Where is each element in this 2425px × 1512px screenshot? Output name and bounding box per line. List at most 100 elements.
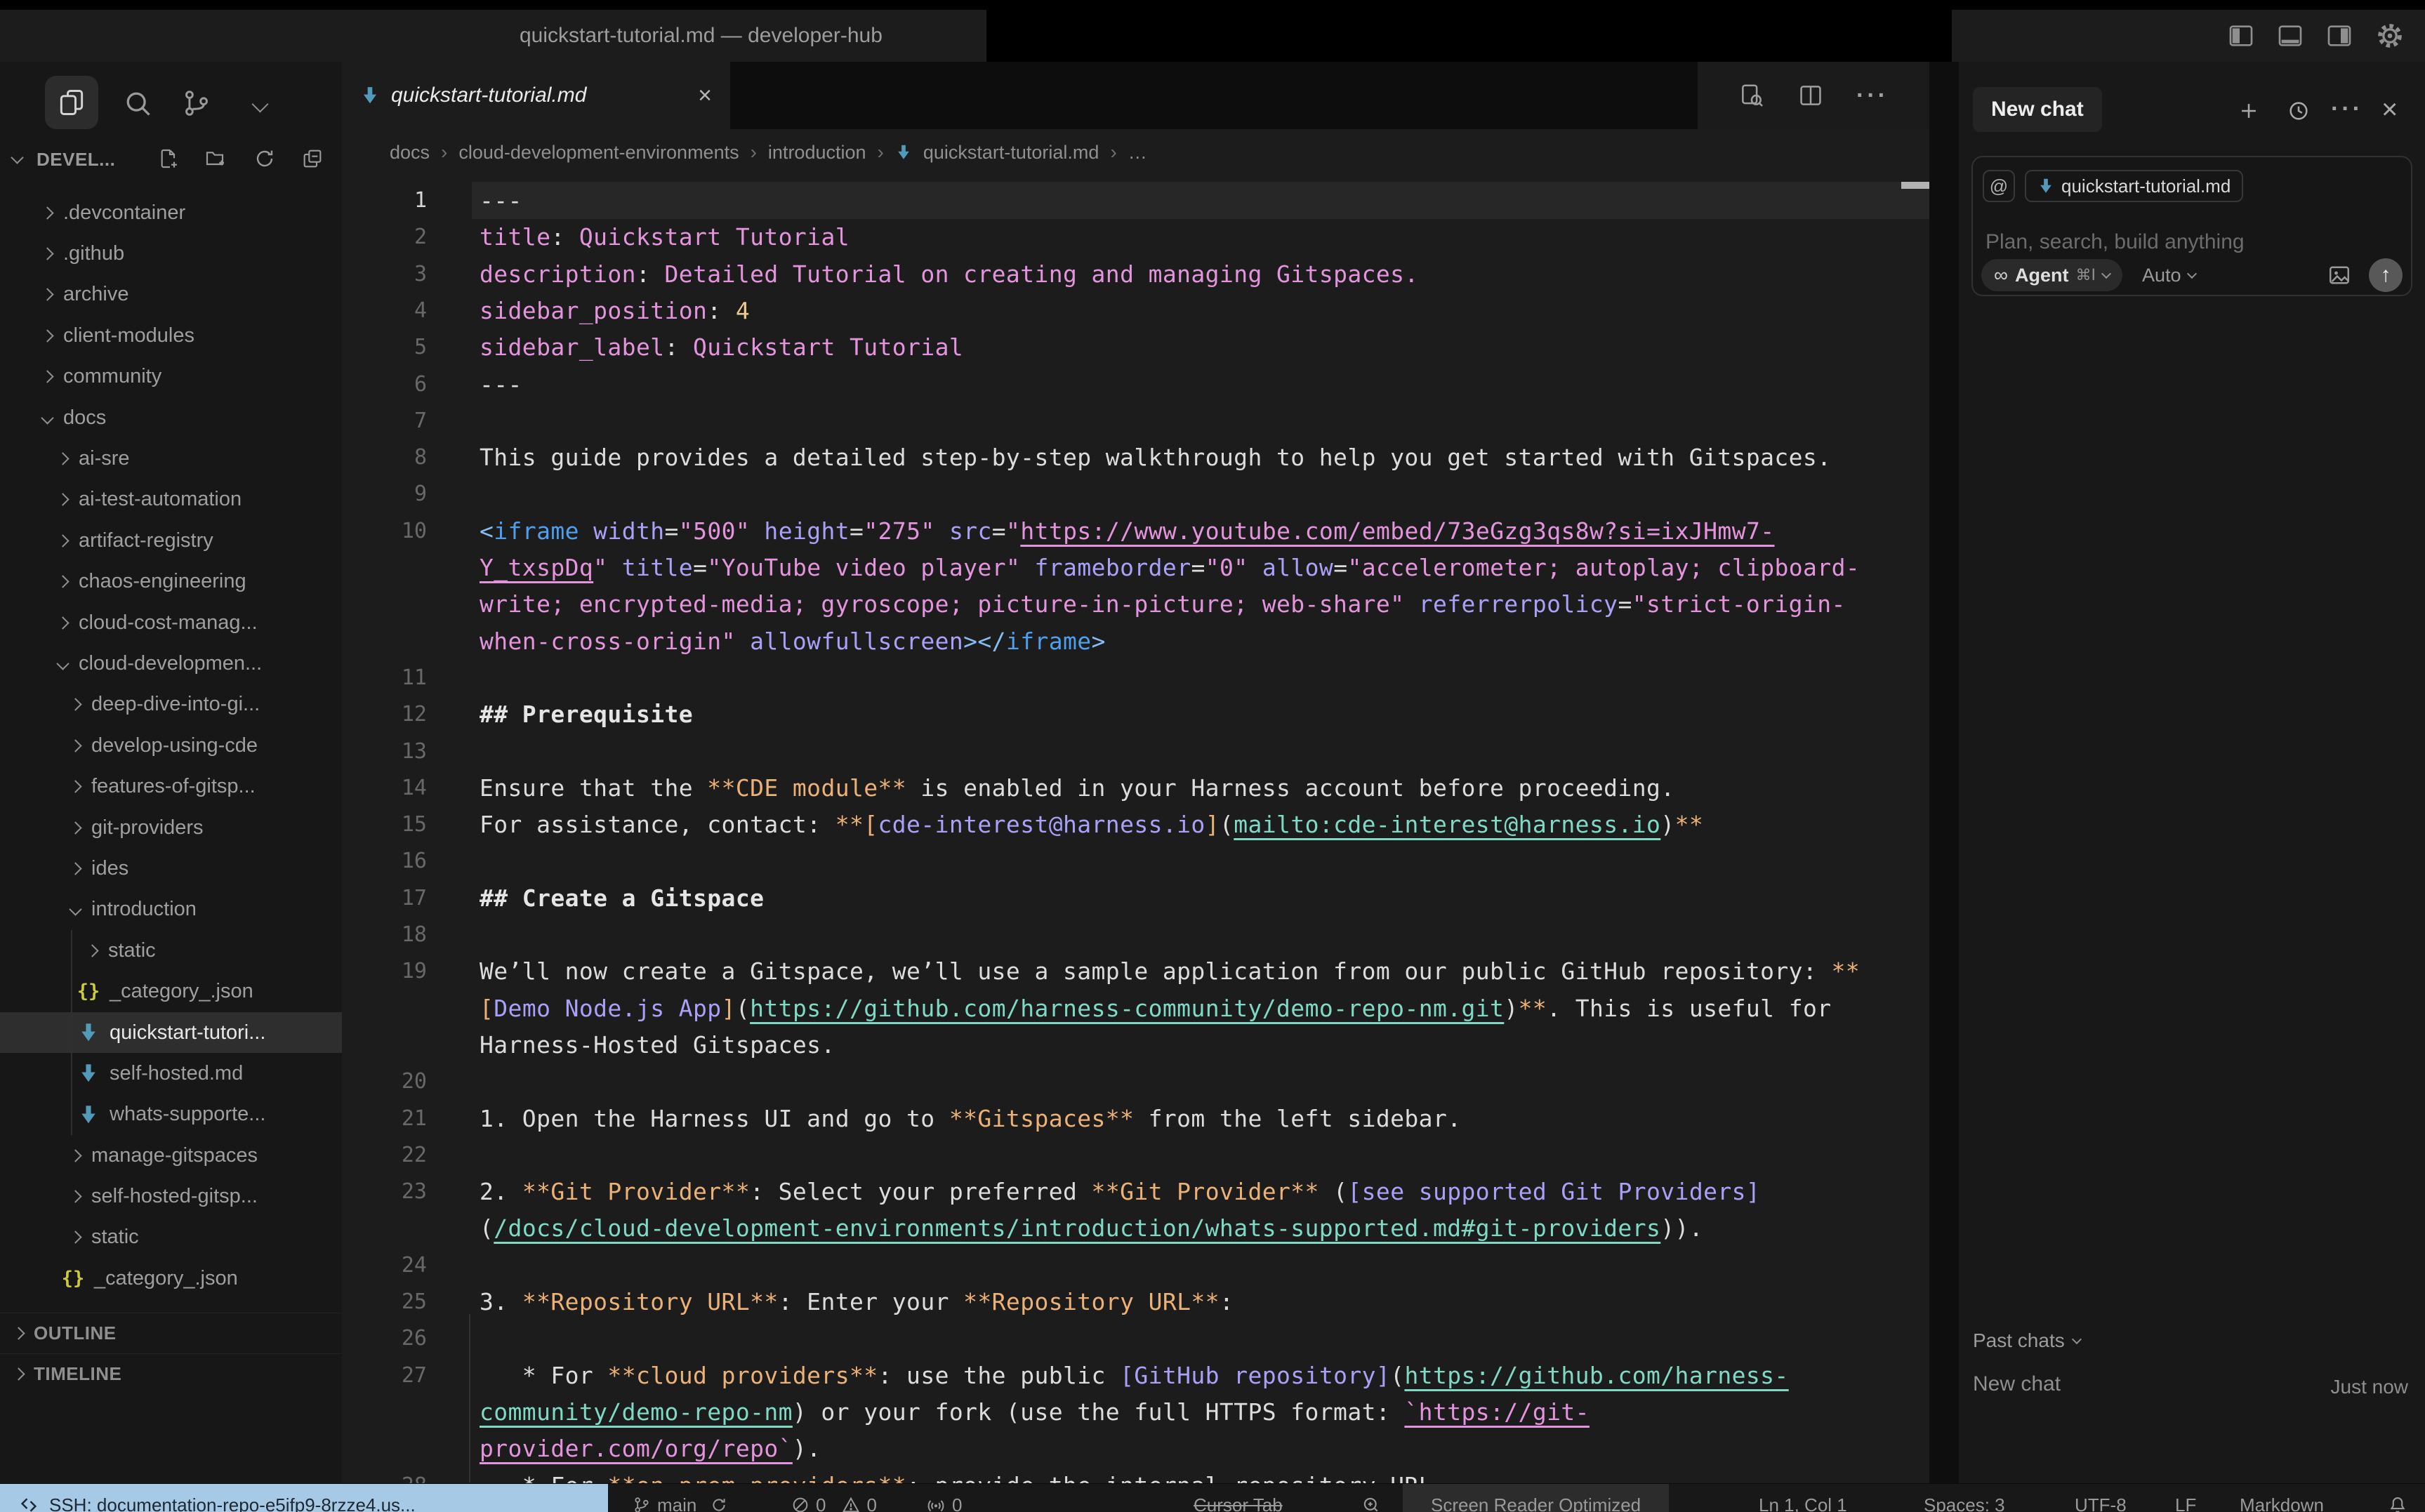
tree-item[interactable]: .devcontainer	[0, 192, 342, 233]
eol-indicator[interactable]: LF	[2175, 1484, 2196, 1512]
outline-section[interactable]: OUTLINE	[0, 1313, 342, 1353]
problems-indicator[interactable]: 0 0	[791, 1484, 877, 1512]
cursor-tab-indicator[interactable]: Cursor Tab	[1194, 1484, 1283, 1512]
past-chat-item[interactable]: New chat	[1973, 1372, 2061, 1396]
code-line[interactable]: <iframe width="500" height="275" src="ht…	[480, 512, 1775, 550]
code-line[interactable]: This guide provides a detailed step-by-s…	[480, 439, 1831, 476]
code-line[interactable]: For assistance, contact: **[cde-interest…	[480, 806, 1703, 843]
cursor-position-indicator[interactable]: Ln 1, Col 1	[1759, 1484, 1847, 1512]
tree-item[interactable]: static	[0, 1217, 342, 1258]
breadcrumb-item[interactable]: docs	[390, 142, 430, 164]
tree-item[interactable]: deep-dive-into-gi...	[0, 684, 342, 725]
tree-item[interactable]: whats-supporte...	[0, 1094, 342, 1135]
code-line[interactable]: ---	[480, 182, 522, 219]
breadcrumb-item[interactable]: introduction	[768, 142, 866, 164]
agent-mode-selector[interactable]: ∞ Agent ⌘I	[1981, 259, 2122, 291]
tree-item[interactable]: chaos-engineering	[0, 562, 342, 602]
screen-reader-indicator[interactable]: Screen Reader Optimized	[1403, 1484, 1669, 1512]
context-chip[interactable]: quickstart-tutorial.md	[2025, 170, 2243, 202]
explorer-section-header[interactable]: DEVEL...	[0, 140, 342, 180]
code-line[interactable]: ## Prerequisite	[480, 696, 693, 733]
tree-item[interactable]: quickstart-tutori...	[0, 1012, 342, 1053]
send-button[interactable]: ↑	[2369, 258, 2403, 292]
tab-close-icon[interactable]: ×	[698, 82, 712, 110]
chat-history-icon[interactable]	[2287, 99, 2311, 123]
tree-item[interactable]: artifact-registry	[0, 520, 342, 561]
breadcrumb-file[interactable]: quickstart-tutorial.md	[923, 142, 1099, 164]
toggle-panel-icon[interactable]	[2276, 22, 2304, 50]
code-line[interactable]: write; encrypted-media; gyroscope; pictu…	[480, 585, 1846, 623]
activity-explorer-active[interactable]	[45, 76, 98, 129]
tree-item[interactable]: .github	[0, 233, 342, 274]
branch-indicator[interactable]: main	[632, 1484, 729, 1512]
toggle-secondary-sidebar-icon[interactable]	[2325, 22, 2353, 50]
tree-item[interactable]: client-modules	[0, 315, 342, 356]
tree-item[interactable]: ai-sre	[0, 438, 342, 479]
tree-item[interactable]: manage-gitspaces	[0, 1135, 342, 1176]
activity-more-chevron-icon[interactable]	[254, 98, 266, 114]
new-chat-plus-icon[interactable]	[2237, 99, 2261, 123]
tree-item[interactable]: git-providers	[0, 807, 342, 848]
refresh-icon[interactable]	[253, 147, 276, 170]
past-chats-toggle[interactable]: Past chats	[1973, 1329, 2080, 1352]
tree-item[interactable]: ai-test-automation	[0, 479, 342, 520]
chat-input-placeholder[interactable]: Plan, search, build anything	[1985, 230, 2245, 254]
new-file-icon[interactable]	[157, 147, 180, 170]
code-line[interactable]: 1. Open the Harness UI and go to **Gitsp…	[480, 1100, 1462, 1137]
source-control-icon[interactable]	[181, 88, 212, 119]
code-line[interactable]: when-cross-origin" allowfullscreen></ifr…	[480, 623, 1106, 660]
tree-item[interactable]: community	[0, 357, 342, 397]
open-preview-icon[interactable]	[1738, 82, 1765, 109]
tree-item[interactable]: cloud-developmen...	[0, 643, 342, 684]
settings-gear-icon[interactable]	[2374, 20, 2405, 51]
notifications-bell-icon[interactable]	[2387, 1484, 2408, 1512]
zoom-indicator[interactable]	[1361, 1484, 1382, 1512]
tree-item[interactable]: self-hosted.md	[0, 1053, 342, 1094]
code-line[interactable]: Ensure that the **CDE module** is enable…	[480, 769, 1675, 807]
code-line[interactable]: sidebar_label: Quickstart Tutorial	[480, 329, 963, 366]
chat-input-box[interactable]: @ quickstart-tutorial.md Plan, search, b…	[1971, 156, 2412, 296]
toggle-primary-sidebar-icon[interactable]	[2227, 22, 2255, 50]
code-editor[interactable]: 1234567891011121314151617181920212223242…	[342, 177, 1929, 1483]
code-line[interactable]: title: Quickstart Tutorial	[480, 218, 850, 256]
code-line[interactable]: * For **cloud providers**: use the publi…	[480, 1357, 1789, 1394]
remote-indicator[interactable]: SSH: documentation-repo-e5ifp9-8rzze4.us…	[0, 1484, 608, 1512]
tree-item[interactable]: ides	[0, 848, 342, 889]
code-line[interactable]: We’ll now create a Gitspace, we’ll use a…	[480, 953, 1860, 990]
tree-item[interactable]: docs	[0, 397, 342, 438]
scrollbar-handle[interactable]	[1901, 182, 1929, 189]
encoding-indicator[interactable]: UTF-8	[2075, 1484, 2127, 1512]
code-line[interactable]: (/docs/cloud-development-environments/in…	[480, 1209, 1703, 1247]
tab-quickstart-tutorial[interactable]: quickstart-tutorial.md ×	[342, 62, 730, 129]
tree-item[interactable]: introduction	[0, 889, 342, 930]
split-editor-icon[interactable]	[1797, 82, 1824, 109]
code-line[interactable]: description: Detailed Tutorial on creati…	[480, 256, 1419, 293]
search-icon[interactable]	[122, 88, 153, 119]
code-line[interactable]: 2. **Git Provider**: Select your preferr…	[480, 1173, 1760, 1210]
tree-item[interactable]: develop-using-cde	[0, 725, 342, 766]
editor-more-actions-icon[interactable]: ···	[1856, 82, 1889, 110]
chat-more-icon[interactable]: ···	[2331, 95, 2363, 123]
tree-item[interactable]: {}_category_.json	[0, 1258, 342, 1299]
timeline-section[interactable]: TIMELINE	[0, 1353, 342, 1393]
tree-item[interactable]: self-hosted-gitsp...	[0, 1176, 342, 1216]
code-line[interactable]: * For **on-prem providers**: provide the…	[480, 1467, 1447, 1484]
code-line[interactable]: Harness-Hosted Gitspaces.	[480, 1026, 835, 1063]
new-folder-icon[interactable]	[204, 147, 227, 170]
chat-tab-new-chat[interactable]: New chat	[1973, 87, 2102, 132]
code-line[interactable]: sidebar_position: 4	[480, 292, 750, 329]
tree-item[interactable]: static	[0, 930, 342, 971]
code-line[interactable]: provider.com/org/repo`).	[480, 1430, 821, 1467]
code-line[interactable]: ---	[480, 366, 522, 403]
tree-item[interactable]: features-of-gitsp...	[0, 766, 342, 807]
chat-close-icon[interactable]: ×	[2381, 94, 2398, 126]
panel-divider[interactable]	[1929, 62, 1959, 1483]
breadcrumb-more[interactable]: …	[1128, 142, 1147, 164]
indentation-indicator[interactable]: Spaces: 3	[1924, 1484, 2005, 1512]
add-context-button[interactable]: @	[1983, 170, 2015, 202]
language-indicator[interactable]: Markdown	[2240, 1484, 2324, 1512]
tree-item[interactable]: cloud-cost-manag...	[0, 602, 342, 643]
breadcrumb-item[interactable]: cloud-development-environments	[458, 142, 739, 164]
tree-item[interactable]: {}_category_.json	[0, 971, 342, 1012]
code-line[interactable]: community/demo-repo-nm) or your fork (us…	[480, 1393, 1590, 1431]
